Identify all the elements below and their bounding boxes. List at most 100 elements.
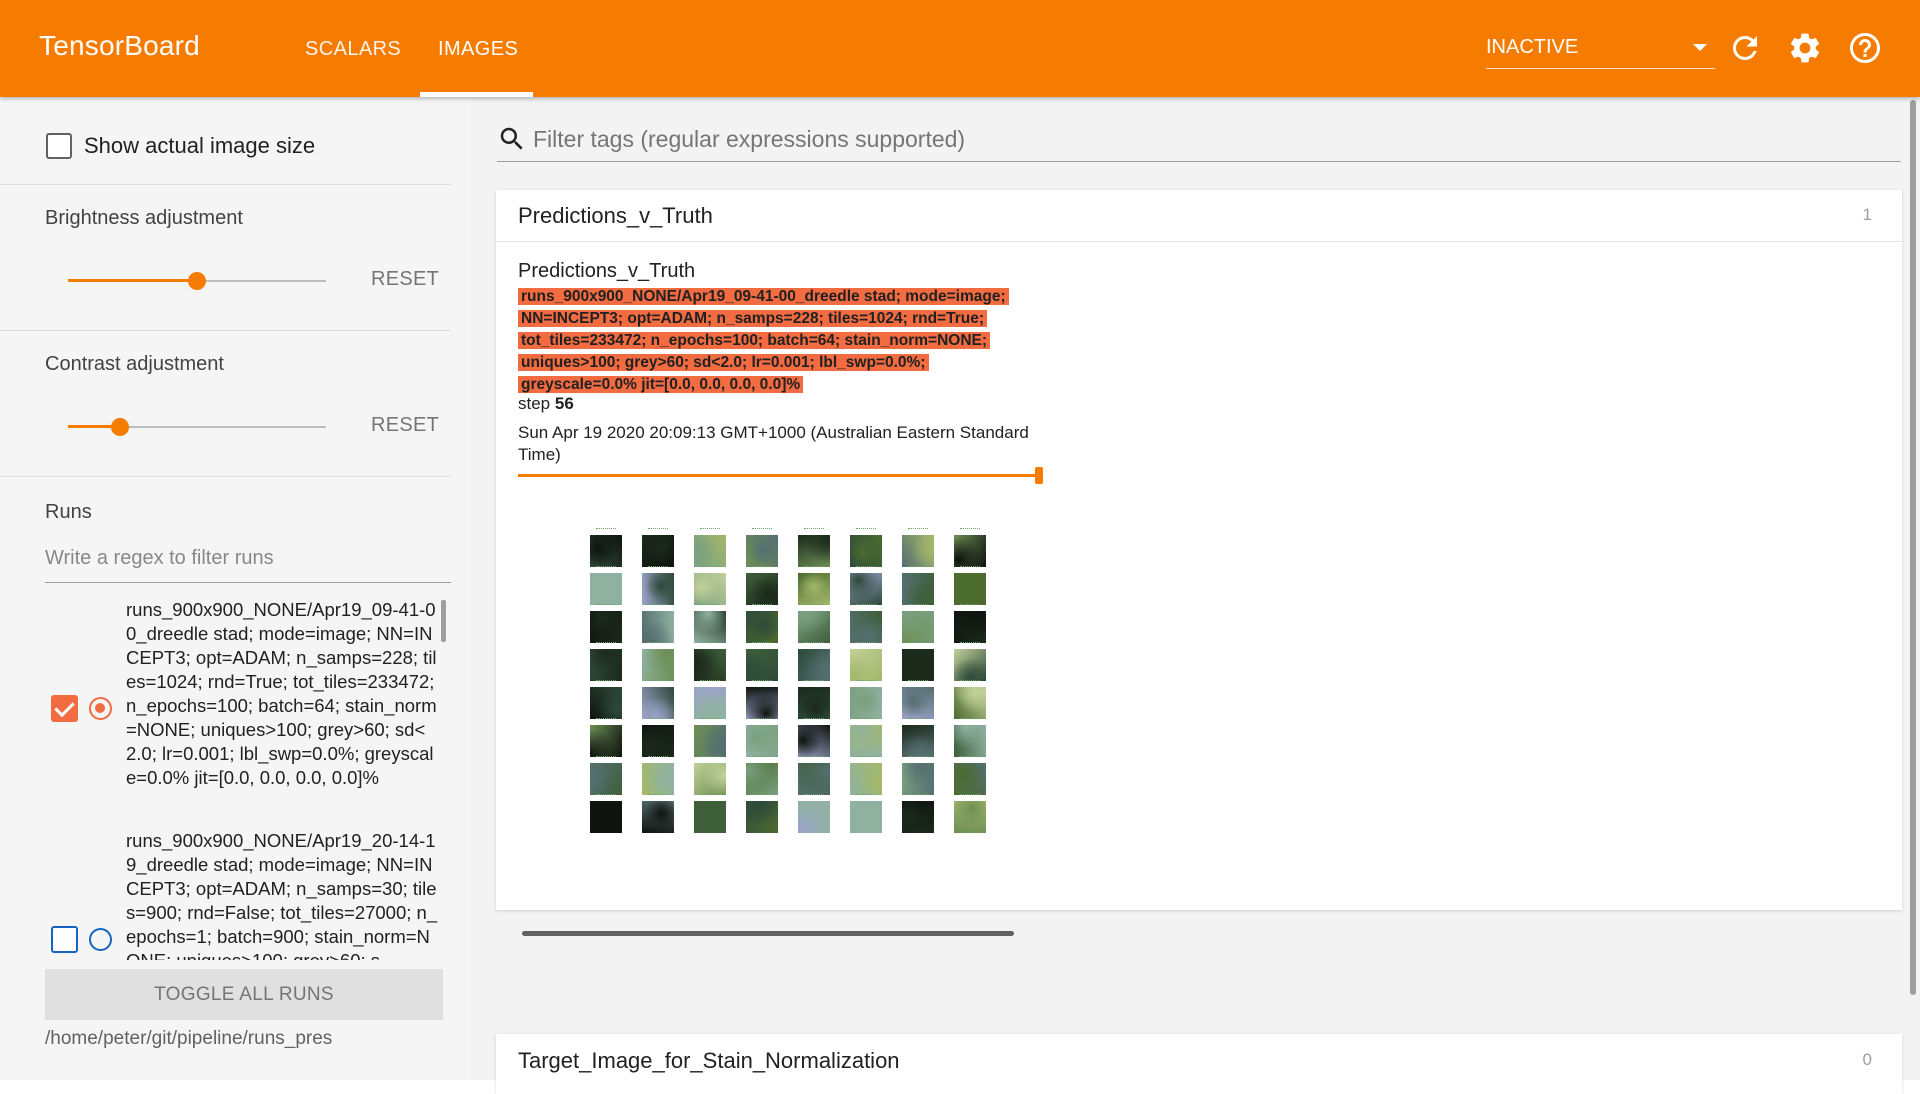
step-info: step 56	[518, 394, 574, 414]
image-tile	[902, 680, 934, 719]
image-tile	[590, 642, 622, 681]
image-tile	[694, 528, 726, 567]
image-tile	[954, 566, 986, 605]
step-slider[interactable]	[518, 466, 1044, 484]
image-tile	[850, 718, 882, 757]
image-tile	[746, 642, 778, 681]
toggle-all-runs-button[interactable]: TOGGLE ALL RUNS	[45, 969, 443, 1020]
chevron-down-icon	[1693, 44, 1707, 51]
slider-thumb[interactable]	[188, 272, 206, 290]
image-tile	[694, 566, 726, 605]
wall-time: Sun Apr 19 2020 20:09:13 GMT+1000 (Austr…	[518, 423, 1029, 464]
brightness-reset-button[interactable]: RESET	[371, 268, 439, 291]
image-tile	[902, 642, 934, 681]
image-tile	[694, 794, 726, 833]
image-tag-title: Predictions_v_Truth	[518, 260, 696, 282]
page-scrollbar[interactable]	[1910, 100, 1916, 995]
main-panel: Filter tags (regular expressions support…	[470, 97, 1920, 1094]
search-icon	[500, 127, 523, 150]
image-tile	[954, 528, 986, 567]
runs-filter-input[interactable]: Write a regex to filter runs	[45, 547, 451, 583]
image-tile	[642, 680, 674, 719]
image-tile	[850, 794, 882, 833]
image-tile	[590, 528, 622, 567]
image-tile	[746, 680, 778, 719]
image-tile	[694, 642, 726, 681]
run-radio[interactable]	[89, 697, 112, 720]
image-tile	[798, 604, 830, 643]
contrast-label: Contrast adjustment	[45, 353, 224, 375]
run-label: runs_900x900_NONE/Apr19_09-41-00_dreedle…	[126, 599, 437, 788]
image-tile	[694, 718, 726, 757]
image-tile	[590, 680, 622, 719]
image-tile	[746, 756, 778, 795]
image-tile	[902, 756, 934, 795]
gear-icon[interactable]	[1787, 30, 1823, 66]
run-checkbox[interactable]	[51, 926, 78, 953]
brightness-slider[interactable]	[68, 271, 326, 291]
image-tile	[746, 604, 778, 643]
run-status-dropdown[interactable]: INACTIVE	[1486, 36, 1715, 69]
slider-thumb[interactable]	[110, 418, 129, 436]
image-tile	[694, 756, 726, 795]
image-tile	[902, 604, 934, 643]
image-tile	[954, 794, 986, 833]
tag-filter-input[interactable]: Filter tags (regular expressions support…	[497, 122, 1901, 162]
image-tile	[798, 718, 830, 757]
image-tile	[850, 642, 882, 681]
image-tile	[694, 604, 726, 643]
step-value: 56	[554, 394, 574, 413]
image-tile	[850, 756, 882, 795]
step-slider-track	[518, 474, 1038, 477]
image-tile	[694, 680, 726, 719]
show-actual-size-label: Show actual image size	[84, 133, 316, 158]
show-actual-size-toggle[interactable]: Show actual image size	[46, 133, 315, 159]
refresh-icon[interactable]	[1727, 30, 1763, 66]
image-tile	[642, 528, 674, 567]
card-count: 0	[1862, 1050, 1872, 1069]
run-checkbox[interactable]	[51, 695, 78, 722]
image-tile	[642, 794, 674, 833]
card-count: 1	[1862, 205, 1872, 224]
image-tile	[590, 604, 622, 643]
brightness-section: Brightness adjustment RESET	[0, 185, 451, 331]
log-directory: /home/peter/git/pipeline/runs_pres	[45, 1028, 333, 1049]
image-tile	[798, 756, 830, 795]
contrast-reset-button[interactable]: RESET	[371, 414, 439, 437]
run-label: runs_900x900_NONE/Apr19_20-14-19_dreedle…	[126, 830, 438, 960]
tab-scalars[interactable]: SCALARS	[305, 38, 401, 61]
card-title: Predictions_v_Truth	[518, 203, 713, 228]
image-tile	[590, 756, 622, 795]
step-slider-thumb[interactable]	[1035, 467, 1043, 484]
image-tile	[642, 566, 674, 605]
image-tile	[798, 528, 830, 567]
image-tile	[902, 528, 934, 567]
image-tile	[590, 718, 622, 757]
contrast-section: Contrast adjustment RESET	[0, 331, 451, 477]
image-tile	[746, 794, 778, 833]
image-tile	[798, 680, 830, 719]
card-header[interactable]: Predictions_v_Truth 1	[496, 190, 1902, 242]
image-tile	[798, 794, 830, 833]
image-tile	[642, 642, 674, 681]
slider-fill	[68, 279, 197, 282]
brightness-label: Brightness adjustment	[45, 207, 243, 229]
image-run-badge: runs_900x900_NONE/Apr19_09-41-00_dreedle…	[518, 286, 1018, 396]
runs-scrollbar[interactable]	[441, 600, 446, 642]
image-tile	[746, 528, 778, 567]
image-tile	[954, 756, 986, 795]
run-radio[interactable]	[89, 928, 112, 951]
contrast-slider[interactable]	[68, 417, 326, 437]
step-label: step	[518, 394, 551, 413]
card-header[interactable]: Target_Image_for_Stain_Normalization 0	[496, 1034, 1902, 1086]
tab-images[interactable]: IMAGES	[438, 38, 518, 61]
image-horizontal-scrollbar[interactable]	[522, 931, 1014, 936]
image-tile	[954, 642, 986, 681]
show-actual-size-checkbox[interactable]	[46, 133, 72, 159]
top-app-bar: TensorBoard SCALARS IMAGES INACTIVE	[0, 0, 1920, 97]
tag-filter-placeholder: Filter tags (regular expressions support…	[533, 126, 966, 152]
image-tile	[642, 718, 674, 757]
card-title: Target_Image_for_Stain_Normalization	[518, 1048, 900, 1073]
active-tab-indicator	[420, 92, 533, 97]
help-icon[interactable]	[1847, 30, 1883, 66]
